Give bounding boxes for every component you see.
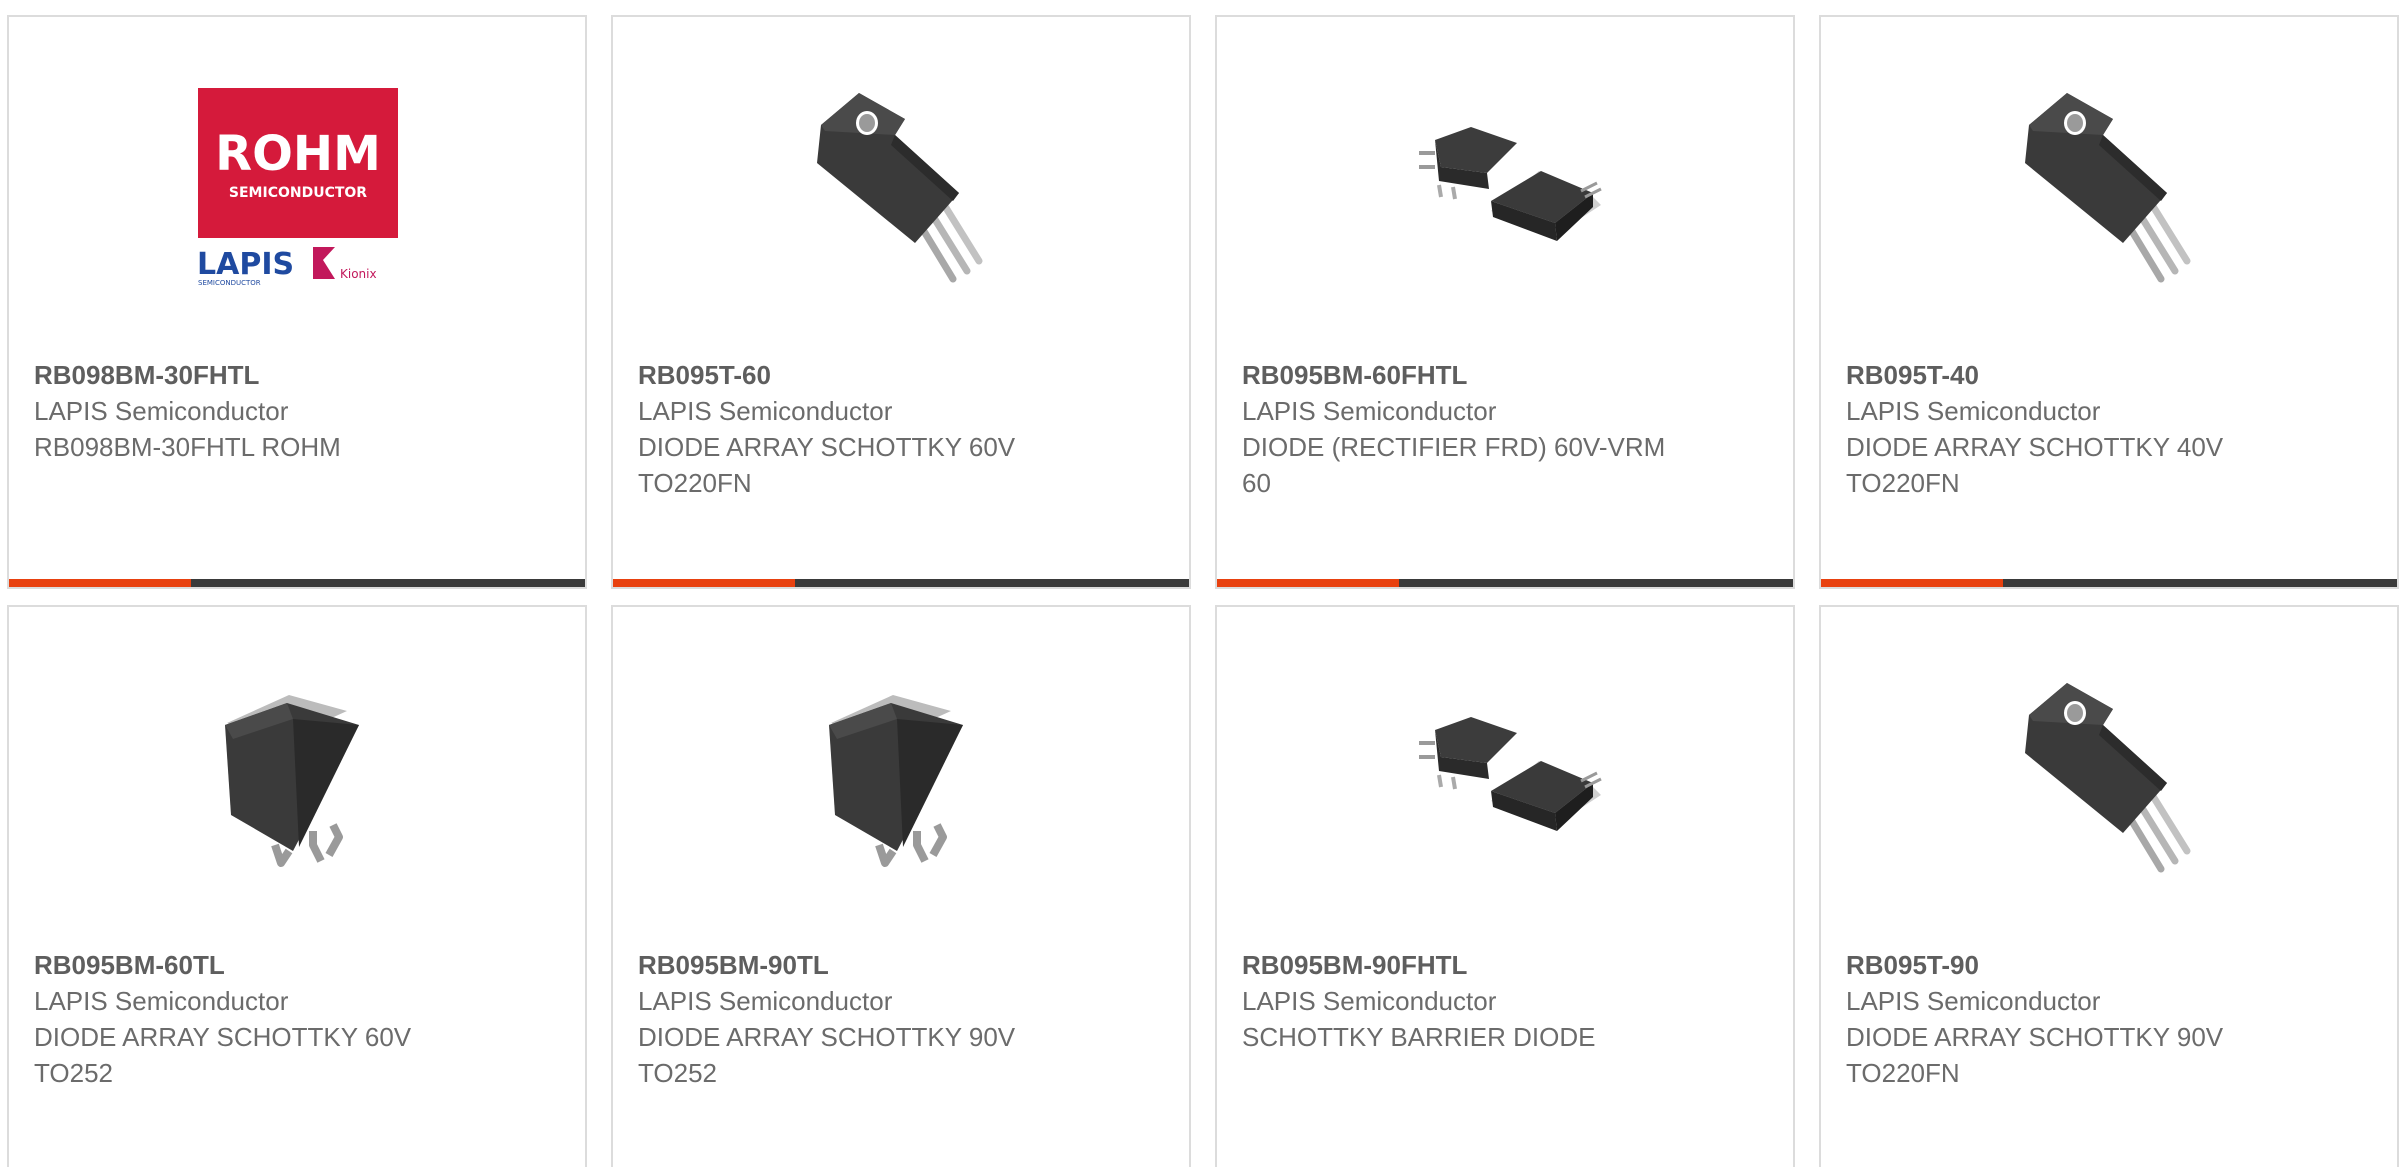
logo-brand: ROHM (215, 126, 381, 182)
description: DIODE ARRAY SCHOTTKY 40V TO220FN (1846, 432, 2224, 498)
card-bar-accent (9, 579, 191, 587)
description: DIODE (RECTIFIER FRD) 60V-VRM 60 (1242, 432, 1666, 498)
product-image[interactable] (2009, 85, 2213, 289)
manufacturer: LAPIS Semiconductor (34, 396, 289, 426)
description: DIODE ARRAY SCHOTTKY 60V TO220FN (638, 432, 1016, 498)
description: DIODE ARRAY SCHOTTKY 90V TO252 (638, 1022, 1016, 1088)
description: DIODE ARRAY SCHOTTKY 90V TO220FN (1846, 1022, 2224, 1088)
part-number[interactable]: RB095BM-90TL (638, 947, 1164, 983)
manufacturer: LAPIS Semiconductor (1242, 986, 1497, 1016)
to252-package-icon (829, 695, 963, 867)
card-bar-accent (1217, 579, 1399, 587)
product-image[interactable] (1405, 85, 1609, 289)
product-card[interactable]: RB095T-40 LAPIS Semiconductor DIODE ARRA… (1819, 15, 2399, 589)
manufacturer: LAPIS Semiconductor (1242, 396, 1497, 426)
manufacturer: LAPIS Semiconductor (1846, 396, 2101, 426)
product-image[interactable] (2009, 675, 2213, 879)
to252-package-icon (225, 695, 359, 867)
part-number[interactable]: RB095T-60 (638, 357, 1164, 393)
product-image[interactable] (1405, 675, 1609, 879)
product-image[interactable] (801, 85, 1005, 289)
dpak-pair-package-icon (1419, 717, 1602, 831)
manufacturer: LAPIS Semiconductor (1846, 986, 2101, 1016)
card-bar (1217, 579, 1793, 587)
card-bar-accent (613, 579, 795, 587)
product-card[interactable]: ROHM SEMICONDUCTOR LAPIS SEMICONDUCTOR K… (7, 15, 587, 589)
logo-tagline: SEMICONDUCTOR (229, 185, 367, 201)
card-bar (1821, 579, 2397, 587)
product-card[interactable]: RB095T-90 LAPIS Semiconductor DIODE ARRA… (1819, 605, 2399, 1167)
card-bar (9, 579, 585, 587)
part-number[interactable]: RB095T-90 (1846, 947, 2372, 983)
card-bar (613, 579, 1189, 587)
part-number[interactable]: RB095T-40 (1846, 357, 2372, 393)
to220-package-icon (2025, 93, 2191, 283)
product-card[interactable]: RB095BM-90FHTL LAPIS Semiconductor SCHOT… (1215, 605, 1795, 1167)
to220-package-icon (2025, 683, 2191, 873)
rohm-logo-icon: ROHM SEMICONDUCTOR LAPIS SEMICONDUCTOR K… (197, 88, 398, 287)
manufacturer: LAPIS Semiconductor (638, 986, 893, 1016)
description: SCHOTTKY BARRIER DIODE (1242, 1022, 1596, 1052)
product-grid: ROHM SEMICONDUCTOR LAPIS SEMICONDUCTOR K… (0, 0, 2400, 1167)
product-card[interactable]: RB095BM-60TL LAPIS Semiconductor DIODE A… (7, 605, 587, 1167)
part-number[interactable]: RB095BM-60FHTL (1242, 357, 1768, 393)
part-number[interactable]: RB095BM-60TL (34, 947, 560, 983)
description: RB098BM-30FHTL ROHM (34, 432, 341, 462)
part-number[interactable]: RB098BM-30FHTL (34, 357, 560, 393)
product-card[interactable]: RB095BM-60FHTL LAPIS Semiconductor DIODE… (1215, 15, 1795, 589)
card-bar-accent (1821, 579, 2003, 587)
product-image[interactable]: ROHM SEMICONDUCTOR LAPIS SEMICONDUCTOR K… (197, 85, 401, 289)
dpak-pair-package-icon (1419, 127, 1602, 241)
manufacturer: LAPIS Semiconductor (34, 986, 289, 1016)
product-image[interactable] (801, 675, 1005, 879)
part-number[interactable]: RB095BM-90FHTL (1242, 947, 1768, 983)
logo-lapis-sub: SEMICONDUCTOR (198, 279, 261, 287)
to220-package-icon (817, 93, 983, 283)
product-card[interactable]: RB095BM-90TL LAPIS Semiconductor DIODE A… (611, 605, 1191, 1167)
product-card[interactable]: RB095T-60 LAPIS Semiconductor DIODE ARRA… (611, 15, 1191, 589)
product-image[interactable] (197, 675, 401, 879)
description: DIODE ARRAY SCHOTTKY 60V TO252 (34, 1022, 412, 1088)
logo-lapis: LAPIS (197, 247, 294, 282)
logo-kionix: Kionix (340, 267, 377, 281)
manufacturer: LAPIS Semiconductor (638, 396, 893, 426)
